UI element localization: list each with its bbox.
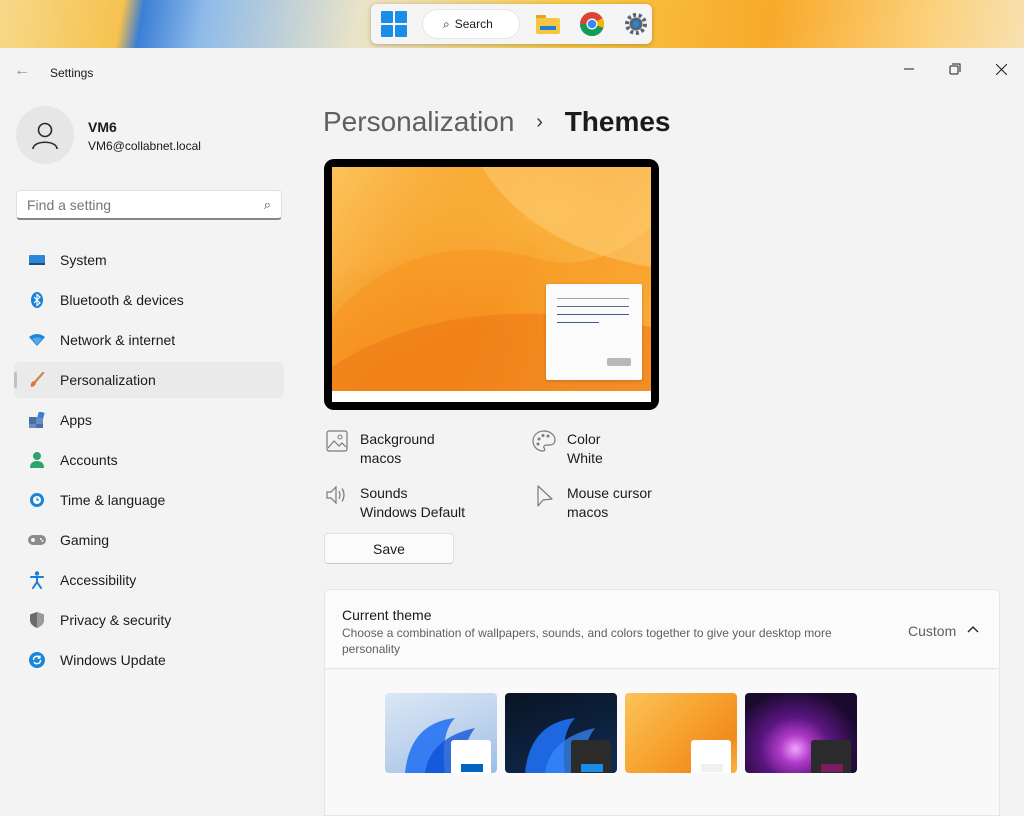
avatar[interactable] (16, 106, 74, 164)
maximize-button[interactable] (932, 54, 978, 84)
globe-clock-icon (28, 491, 46, 509)
cursor-icon (531, 484, 557, 510)
search-icon: ⌕ (443, 16, 450, 31)
theme-windows-dark[interactable] (505, 693, 617, 773)
color-value: White (567, 450, 603, 466)
wifi-icon (28, 331, 46, 349)
settings-icon[interactable] (621, 9, 651, 39)
file-explorer-icon[interactable] (533, 9, 563, 39)
theme-windows-light[interactable] (385, 693, 497, 773)
system-icon (28, 251, 46, 269)
back-arrow-icon[interactable]: ← (14, 62, 30, 80)
sidebar-item-label: Apps (60, 412, 92, 428)
search-input[interactable] (25, 196, 249, 214)
sidebar-item-bluetooth[interactable]: Bluetooth & devices (14, 282, 284, 318)
background-value: macos (360, 450, 402, 466)
settings-window: ← Settings VM6 VM6@collabnet.local ⌕ (0, 48, 1024, 816)
user-icon (32, 122, 58, 150)
sidebar-item-label: Personalization (60, 372, 156, 388)
preview-taskbar (332, 391, 651, 402)
sidebar-item-label: Privacy & security (60, 612, 172, 628)
speaker-icon (324, 484, 350, 510)
theme-macos[interactable] (625, 693, 737, 773)
current-theme-description: Choose a combination of wallpapers, soun… (342, 626, 832, 656)
taskbar: ⌕ Search (371, 4, 652, 44)
sidebar-item-time-language[interactable]: Time & language (14, 482, 284, 518)
start-icon[interactable] (381, 11, 407, 37)
brush-icon (28, 371, 46, 389)
thumb-window (571, 740, 611, 773)
sidebar-nav: System Bluetooth & devices Network & int… (14, 242, 284, 682)
page-title: Themes (564, 106, 671, 137)
sidebar-item-personalization[interactable]: Personalization (14, 362, 284, 398)
user-name: VM6 (88, 119, 117, 135)
sidebar-item-system[interactable]: System (14, 242, 284, 278)
color-setting[interactable]: Color White (531, 430, 603, 468)
preview-window (546, 284, 642, 380)
theme-gallery (324, 670, 1000, 816)
current-theme-value: Custom (908, 623, 957, 639)
thumb-window (691, 740, 731, 773)
app-title: Settings (50, 66, 94, 80)
bluetooth-icon (28, 291, 46, 309)
shield-icon (28, 611, 46, 629)
sounds-label: Sounds (360, 485, 408, 501)
sidebar-item-windows-update[interactable]: Windows Update (14, 642, 284, 678)
sidebar-item-gaming[interactable]: Gaming (14, 522, 284, 558)
sidebar-item-accounts[interactable]: Accounts (14, 442, 284, 478)
preview-screen (332, 167, 651, 402)
background-setting[interactable]: Background macos (324, 430, 435, 468)
close-button[interactable] (978, 54, 1024, 84)
user-email: VM6@collabnet.local (88, 139, 201, 153)
theme-glow[interactable] (745, 693, 857, 773)
mouse-cursor-value: macos (567, 504, 609, 520)
sidebar-item-label: Accounts (60, 452, 118, 468)
user-profile[interactable]: VM6 VM6@collabnet.local (16, 106, 201, 164)
sidebar-item-label: System (60, 252, 107, 268)
sidebar-item-label: Time & language (60, 492, 166, 508)
color-label: Color (567, 431, 601, 447)
sidebar-item-apps[interactable]: Apps (14, 402, 284, 438)
minimize-button[interactable] (886, 54, 932, 84)
sounds-value: Windows Default (360, 504, 466, 520)
gamepad-icon (28, 531, 46, 549)
taskbar-search[interactable]: ⌕ Search (423, 10, 519, 38)
mouse-cursor-label: Mouse cursor (567, 485, 652, 501)
thumb-window (811, 740, 851, 773)
theme-preview (324, 159, 659, 410)
accessibility-icon (28, 571, 46, 589)
sidebar-item-label: Network & internet (60, 332, 176, 348)
apps-icon (28, 411, 46, 429)
current-theme-title: Current theme (342, 607, 432, 623)
sidebar-item-accessibility[interactable]: Accessibility (14, 562, 284, 598)
save-button[interactable]: Save (324, 533, 454, 564)
chevron-up-icon[interactable] (967, 620, 979, 636)
chevron-right-icon: › (536, 111, 543, 133)
image-icon (324, 430, 350, 456)
taskbar-search-label: Search (454, 17, 493, 31)
breadcrumb-parent[interactable]: Personalization (323, 106, 514, 137)
thumb-window (451, 740, 491, 773)
sidebar-item-network[interactable]: Network & internet (14, 322, 284, 358)
sidebar-item-label: Accessibility (60, 572, 137, 588)
palette-icon (531, 430, 557, 456)
background-label: Background (360, 431, 435, 447)
title-bar: ← Settings (0, 48, 1024, 92)
accounts-icon (28, 451, 46, 469)
mouse-cursor-setting[interactable]: Mouse cursor macos (531, 484, 652, 522)
sounds-setting[interactable]: Sounds Windows Default (324, 484, 465, 522)
search-icon: ⌕ (263, 197, 271, 212)
sidebar-item-label: Gaming (60, 532, 110, 548)
sidebar-item-label: Windows Update (60, 652, 166, 668)
sidebar-item-label: Bluetooth & devices (60, 292, 184, 308)
update-icon (28, 651, 46, 669)
settings-search[interactable]: ⌕ (16, 190, 282, 220)
breadcrumb: Personalization › Themes (323, 106, 671, 138)
current-theme-card[interactable]: Current theme Choose a combination of wa… (324, 589, 1000, 669)
chrome-icon[interactable] (577, 9, 607, 39)
sidebar-item-privacy[interactable]: Privacy & security (14, 602, 284, 638)
